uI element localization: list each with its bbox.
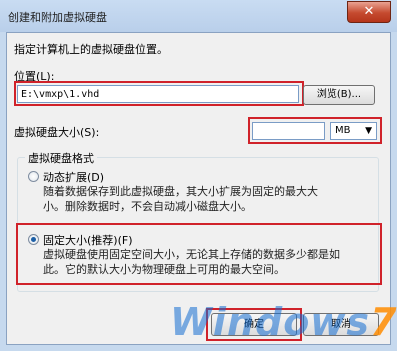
dynamic-desc-line-2: 小。删除数据时，不会自动减小磁盘大小。 [43,200,252,213]
dynamic-radio[interactable] [28,171,39,182]
size-unit-select[interactable]: MB ▼ [330,122,377,140]
fixed-size-desc-line-1: 虚拟硬盘使用固定空间大小，无论其上存储的数据多少都是如 [43,248,340,261]
dialog-body: 指定计算机上的虚拟硬盘位置。 位置(L): E:\vmxp\1.vhd 浏览(B… [6,32,391,345]
fixed-size-desc-line-2: 此。它的默认大小为物理硬盘上可用的最大空间。 [43,263,285,276]
fixed-size-option-label[interactable]: 固定大小(推荐)(F) [43,232,133,248]
dynamic-desc-line-1: 随着数据保存到此虚拟硬盘，其大小扩展为固定的最大大 [43,185,318,198]
browse-button[interactable]: 浏览(B)... [303,85,375,105]
instruction-text: 指定计算机上的虚拟硬盘位置。 [14,43,168,56]
windows7-watermark-logo: Windows7 [170,300,397,344]
chevron-down-icon: ▼ [365,126,372,136]
watermark-text: Windows [170,300,371,344]
title-bar: 创建和附加虚拟硬盘 ✕ [0,0,397,32]
size-input[interactable] [252,122,325,140]
size-unit-value: MB [335,125,351,136]
format-group-label: 虚拟硬盘格式 [25,150,97,166]
dynamic-option-label[interactable]: 动态扩展(D) [43,169,104,185]
fixed-size-radio[interactable] [28,234,39,245]
location-input[interactable]: E:\vmxp\1.vhd [17,85,299,103]
size-label: 虚拟硬盘大小(S): [14,126,100,139]
watermark-accent: 7 [370,300,397,344]
window-title: 创建和附加虚拟硬盘 [8,11,107,24]
close-button[interactable]: ✕ [347,1,391,23]
close-icon: ✕ [363,4,375,19]
